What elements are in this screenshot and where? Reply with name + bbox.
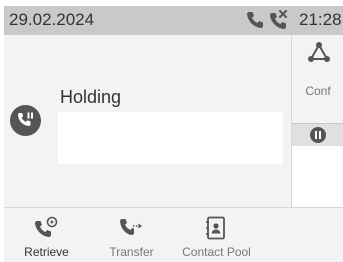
call-hold-icon [10,105,41,136]
conference-icon [308,42,330,62]
phone-icon [247,12,263,28]
retrieve-button[interactable]: Retrieve [4,208,89,262]
softkey-bar: Retrieve Transfer Contact Pool [4,207,343,262]
pause-icon [310,127,326,143]
transfer-button[interactable]: Transfer [89,208,174,262]
conference-label: Conf [305,84,331,98]
transfer-icon [120,219,142,235]
contact-pool-button[interactable]: Contact Pool [174,208,259,262]
status-bar: 29.02.2024 21:28 [4,6,343,35]
retrieve-icon [35,216,58,237]
side-panel: Conf [291,35,343,207]
contact-pool-label: Contact Pool [182,245,251,259]
held-call-header [292,124,343,146]
phone-screen: 29.02.2024 21:28 Holding Conf Retrieve T… [4,6,343,262]
held-call-slot[interactable] [292,124,343,207]
call-status-label: Holding [60,87,122,107]
conference-button[interactable]: Conf [292,35,343,124]
status-time: 21:28 [299,10,342,29]
missed-call-icon [270,10,287,29]
held-call-body [292,146,343,207]
retrieve-label: Retrieve [24,245,69,259]
caller-info-box [58,112,283,164]
call-area: Holding [4,35,291,207]
contact-pool-icon [206,216,225,240]
transfer-label: Transfer [109,245,154,259]
status-date: 29.02.2024 [9,10,95,29]
